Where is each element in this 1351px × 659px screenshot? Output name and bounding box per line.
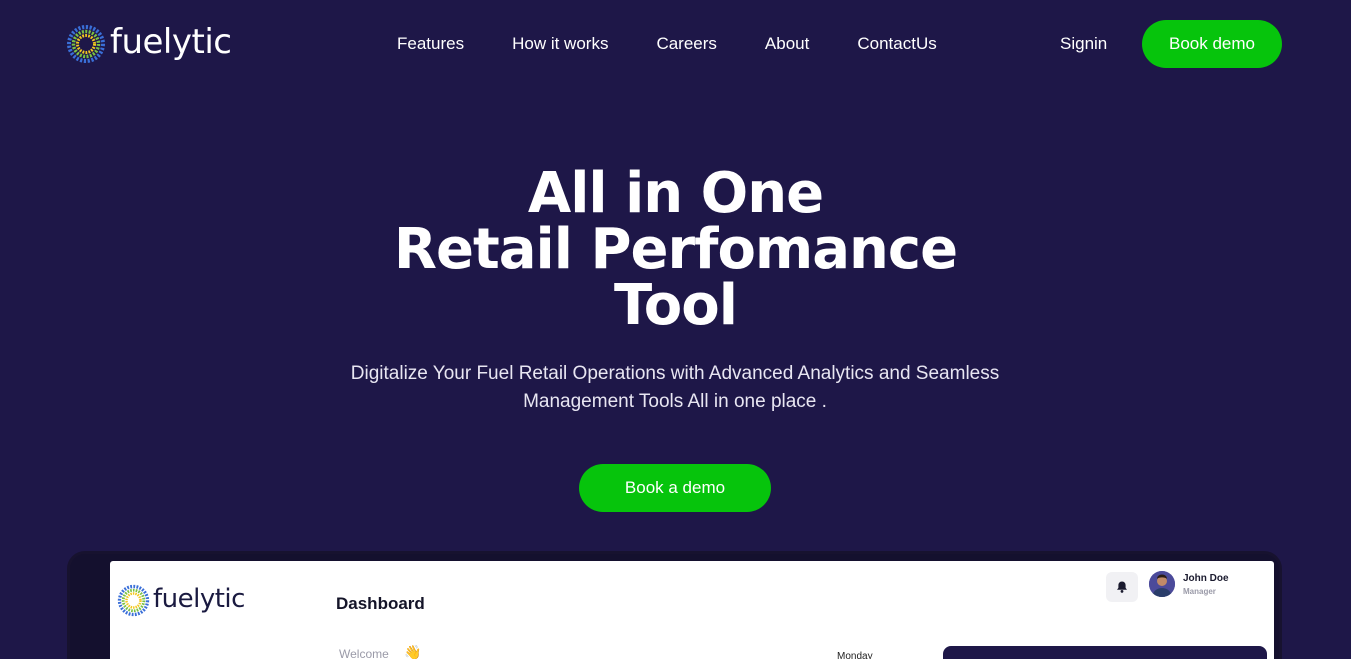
preview-welcome-text: Welcome bbox=[339, 647, 389, 659]
nav-item-contact-us[interactable]: ContactUs bbox=[841, 32, 936, 56]
nav-item-careers[interactable]: Careers bbox=[640, 32, 716, 56]
logo[interactable]: fuelytic bbox=[66, 22, 232, 66]
preview-user-name: John Doe bbox=[1183, 573, 1229, 584]
bell-icon-glyph bbox=[1117, 581, 1127, 593]
logo-icon bbox=[117, 584, 150, 617]
preview-logo-text: fuelytic bbox=[153, 584, 245, 614]
preview-summary-card bbox=[943, 646, 1267, 659]
book-a-demo-button[interactable]: Book a demo bbox=[579, 464, 771, 512]
logo-text: fuelytic bbox=[110, 22, 232, 62]
hero-title-line: Retail Perfomance bbox=[393, 217, 958, 282]
nav-item-features[interactable]: Features bbox=[381, 32, 464, 56]
book-demo-button[interactable]: Book demo bbox=[1142, 20, 1282, 68]
avatar[interactable] bbox=[1149, 571, 1175, 597]
avatar-image bbox=[1149, 571, 1175, 597]
signin-link[interactable]: Signin bbox=[1060, 32, 1107, 56]
bell-icon[interactable] bbox=[1106, 572, 1138, 602]
preview-user-role: Manager bbox=[1183, 587, 1216, 596]
main-nav: Features How it works Careers About Cont… bbox=[381, 32, 937, 56]
logo-icon bbox=[67, 25, 105, 63]
wave-emoji: 👋 bbox=[404, 644, 422, 659]
hero-subtitle: Digitalize Your Fuel Retail Operations w… bbox=[350, 363, 1000, 412]
hero-title-line: Tool bbox=[614, 273, 738, 338]
nav-item-how-it-works[interactable]: How it works bbox=[496, 32, 608, 56]
nav-item-about[interactable]: About bbox=[749, 32, 809, 56]
dashboard-preview-screen bbox=[110, 561, 1274, 659]
preview-day-label: Monday bbox=[837, 651, 873, 659]
preview-page-title: Dashboard bbox=[336, 594, 425, 613]
hero-title-line: All in One bbox=[527, 161, 824, 226]
hero-title: All in One Retail Perfomance Tool bbox=[0, 166, 1351, 334]
preview-logo: fuelytic bbox=[117, 584, 245, 617]
site-header: fuelytic Features How it works Careers A… bbox=[0, 0, 1351, 88]
